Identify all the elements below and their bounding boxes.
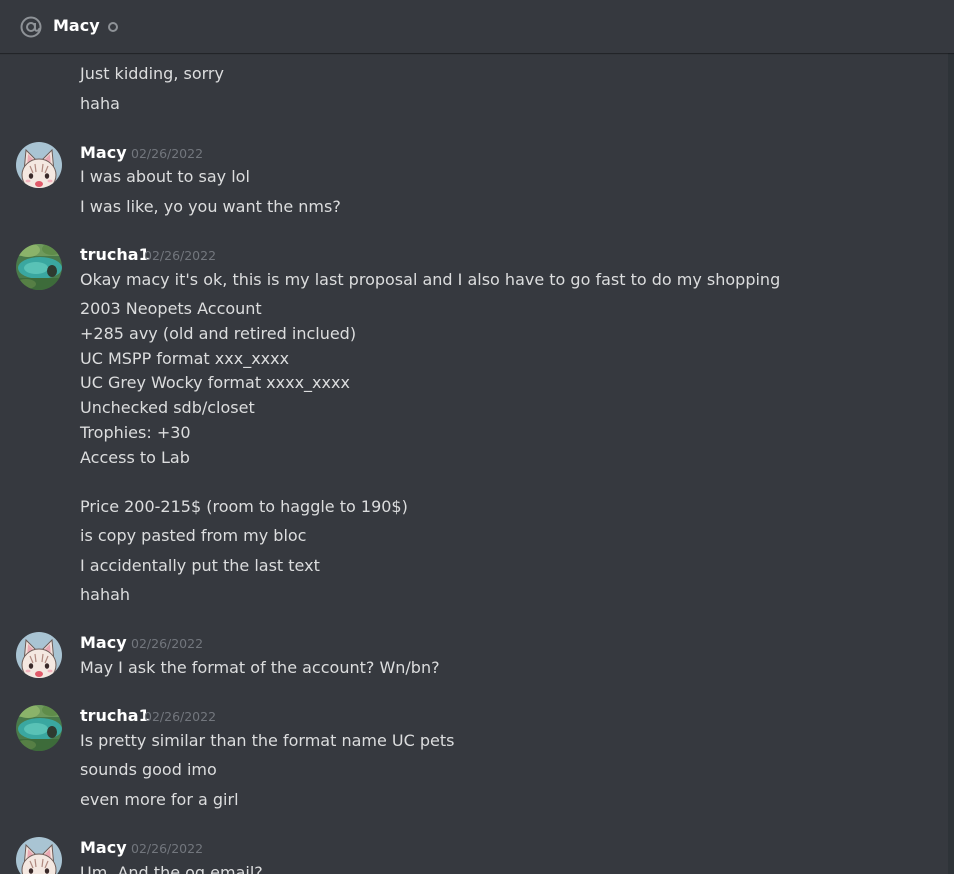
cat-avatar[interactable] [16, 632, 62, 678]
message-line: haha [80, 94, 120, 113]
author-name[interactable]: Macy [80, 838, 127, 858]
message-line: UC Grey Wocky format xxxx_xxxx [80, 373, 350, 392]
message-line: Unchecked sdb/closet [80, 398, 255, 417]
message-line: +285 avy (old and retired inclued) [80, 324, 357, 343]
message-line: even more for a girl [80, 790, 239, 809]
message-line: Okay macy it's ok, this is my last propo… [80, 270, 781, 289]
author-name[interactable]: Macy [80, 143, 127, 163]
message-line: Trophies: +30 [80, 423, 191, 442]
author-name[interactable]: trucha1 [80, 245, 150, 265]
nature-avatar[interactable] [16, 244, 62, 290]
message-line: Access to Lab [80, 448, 190, 467]
message-line: UC MSPP format xxx_xxxx [80, 349, 290, 368]
message-timestamp: 02/26/2022 [144, 248, 217, 263]
message-line: I was about to say lol [80, 167, 250, 186]
message-line: Um. And the og email? [80, 863, 263, 874]
author-name[interactable]: trucha1 [80, 706, 150, 726]
message-line: sounds good imo [80, 760, 217, 779]
message-timestamp: 02/26/2022 [131, 636, 204, 651]
message-timestamp: 02/26/2022 [131, 146, 204, 161]
message-line: is copy pasted from my bloc [80, 526, 307, 545]
channel-header: Macy [0, 0, 954, 53]
at-sign-icon [20, 16, 42, 38]
cat-avatar[interactable] [16, 837, 62, 874]
message-line: 2003 Neopets Account [80, 299, 262, 318]
message-line: I accidentally put the last text [80, 556, 320, 575]
message-timestamp: 02/26/2022 [131, 841, 204, 856]
message-feed[interactable]: Just kidding, sorry haha Macy 02/26/2022… [0, 53, 948, 874]
scrollbar[interactable] [948, 53, 954, 874]
message-line: I was like, yo you want the nms? [80, 197, 341, 216]
message-line: hahah [80, 585, 131, 604]
message-timestamp: 02/26/2022 [144, 709, 217, 724]
channel-title[interactable]: Macy [53, 16, 100, 36]
author-name[interactable]: Macy [80, 633, 127, 653]
cat-avatar[interactable] [16, 142, 62, 188]
message-line: Price 200-215$ (room to haggle to 190$) [80, 497, 408, 516]
message-line: Is pretty similar than the format name U… [80, 731, 455, 750]
nature-avatar[interactable] [16, 705, 62, 751]
offline-status-icon [108, 22, 118, 32]
message-line: Just kidding, sorry [80, 64, 224, 83]
message-line: May I ask the format of the account? Wn/… [80, 658, 440, 677]
